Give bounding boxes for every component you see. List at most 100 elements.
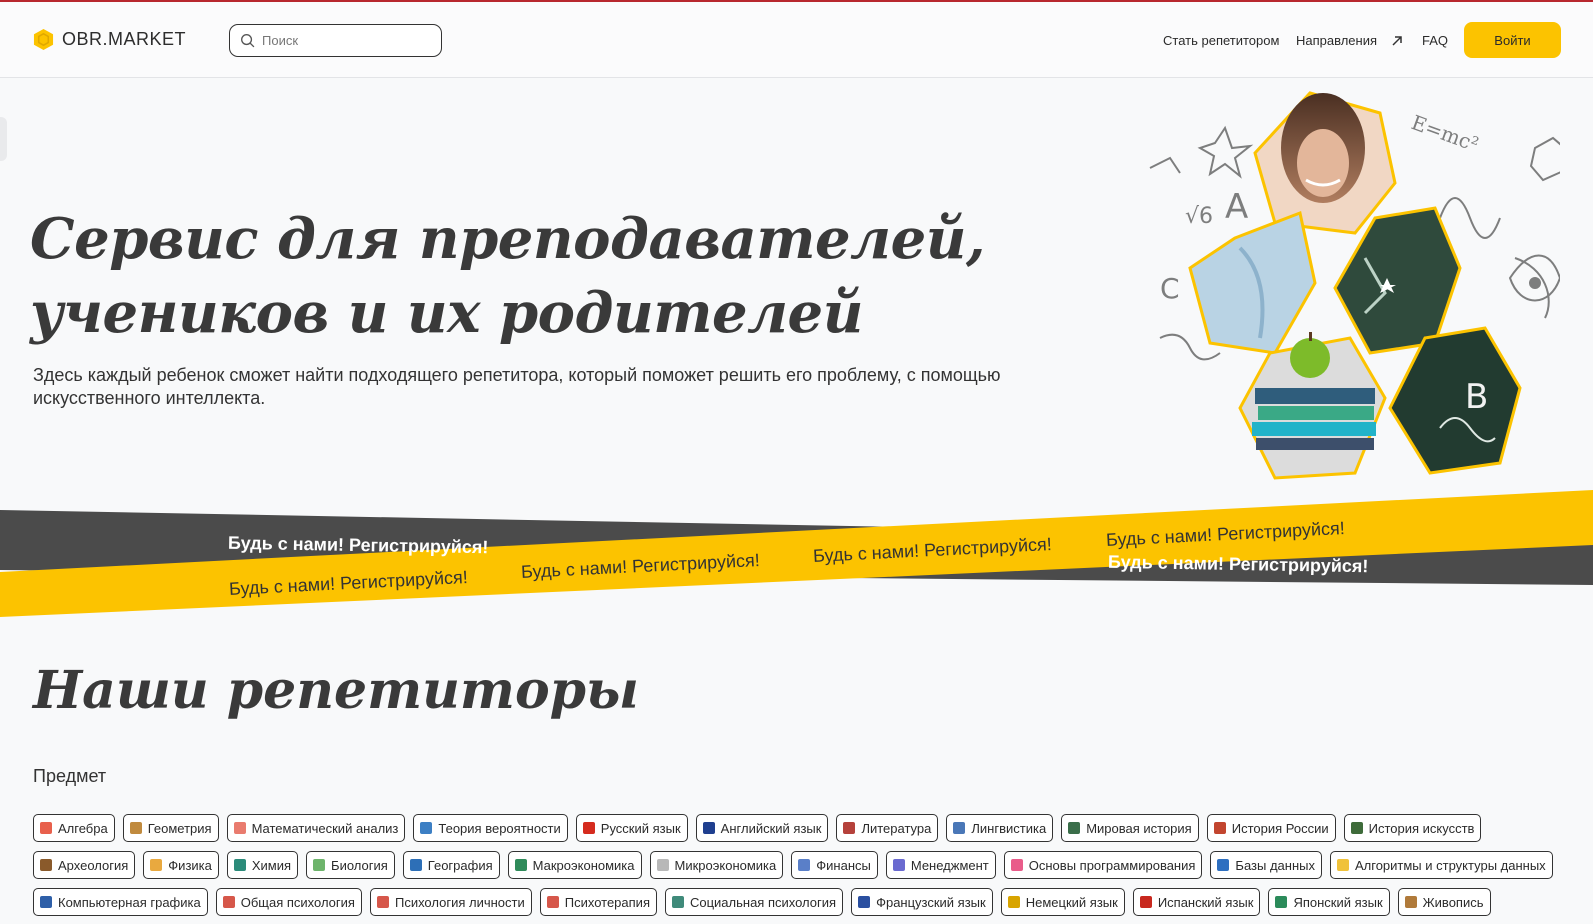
subject-chips-row-2: Археология Физика Химия Биология География Ма… — [33, 851, 1553, 879]
subject-chip-label: Компьютерная графика — [58, 894, 201, 910]
subject-chip[interactable]: Психотерапия — [539, 888, 657, 916]
subject-chip[interactable]: Социальная психология — [664, 888, 844, 916]
biology-icon — [313, 859, 326, 871]
probability-icon — [420, 822, 433, 834]
subject-chip[interactable]: Биология — [306, 851, 395, 879]
spain-flag-icon — [1139, 896, 1152, 908]
france-flag-icon — [858, 896, 871, 908]
svg-text:E=mc²: E=mc² — [1408, 110, 1482, 156]
subject-chip-label: Японский язык — [1293, 894, 1383, 910]
database-icon — [1217, 859, 1230, 871]
subject-chip[interactable]: Базы данных — [1210, 851, 1322, 879]
personality-icon — [376, 896, 389, 908]
search-input[interactable] — [262, 33, 432, 48]
arrow-up-right-icon — [1392, 35, 1402, 46]
russia-flag-icon — [582, 822, 595, 834]
macroeconomics-icon — [514, 859, 527, 871]
physics-icon — [150, 859, 163, 871]
login-button[interactable]: Войти — [1464, 22, 1561, 58]
chemistry-icon — [233, 859, 246, 871]
uk-flag-icon — [702, 822, 715, 834]
finance-icon — [798, 859, 811, 871]
promo-ribbons: Будь с нами! Регистрируйся! Будь с нами!… — [0, 490, 1593, 625]
subject-chip-label: Французский язык — [876, 894, 986, 910]
subject-chip-label: Базы данных — [1235, 857, 1315, 873]
subject-chip[interactable]: Физика — [143, 851, 219, 879]
painting-icon — [1404, 896, 1417, 908]
book-icon — [843, 822, 856, 834]
subject-chip[interactable]: Испанский язык — [1132, 888, 1261, 916]
linguistics-icon — [953, 822, 966, 834]
subject-chip[interactable]: Макроэкономика — [507, 851, 642, 879]
subject-chip[interactable]: Немецкий язык — [1000, 888, 1125, 916]
subject-chip-label: Биология — [331, 857, 388, 873]
logo-hexagon-icon — [33, 29, 54, 50]
side-tab[interactable] — [0, 117, 7, 161]
logo[interactable]: OBR.MARKET — [33, 28, 186, 51]
subject-chip-label: История искусств — [1368, 820, 1475, 836]
social-psychology-icon — [671, 896, 684, 908]
subject-chips-row-1: Алгебра Геометрия Математический анализ Тео… — [33, 814, 1482, 842]
subject-chip-label: Физика — [168, 857, 212, 873]
site-header: OBR.MARKET Стать репетитором Направления… — [0, 2, 1593, 78]
hero-title: Сервис для преподавателей, учеников и их… — [30, 206, 986, 346]
subject-chip[interactable]: Химия — [226, 851, 299, 879]
hexagon-chalkboard-b: B — [1388, 326, 1522, 475]
subject-chip-label: Химия — [251, 857, 292, 873]
algebra-icon — [40, 822, 52, 834]
svg-text:B: B — [1465, 377, 1488, 417]
subject-chip-label: Математический анализ — [251, 820, 399, 836]
svg-text:C: C — [1160, 272, 1180, 305]
subject-chip[interactable]: Теория вероятности — [413, 814, 568, 842]
subject-chip[interactable]: Живопись — [1397, 888, 1491, 916]
calculus-icon — [233, 822, 246, 834]
subject-chip-label: Основы программирования — [1028, 857, 1196, 873]
subject-chip[interactable]: Психология личности — [369, 888, 532, 916]
subject-chip[interactable]: Алгоритмы и структуры данных — [1329, 851, 1553, 879]
globe-icon — [409, 859, 422, 871]
subject-chip-label: Геометрия — [147, 820, 212, 836]
subject-chip-label: Мировая история — [1086, 820, 1192, 836]
subject-chip-label: Русский язык — [600, 820, 681, 836]
subject-chip[interactable]: Математический анализ — [226, 814, 406, 842]
subject-chip[interactable]: Финансы — [791, 851, 878, 879]
subject-chip[interactable]: Основы программирования — [1003, 851, 1203, 879]
world-history-icon — [1068, 822, 1081, 834]
psychotherapy-icon — [546, 896, 559, 908]
subject-chip[interactable]: Микроэкономика — [649, 851, 784, 879]
subject-chip[interactable]: Японский язык — [1268, 888, 1390, 916]
geometry-icon — [129, 822, 142, 834]
subject-chip[interactable]: Археология — [33, 851, 136, 879]
subject-chip[interactable]: Французский язык — [851, 888, 993, 916]
psychology-icon — [222, 896, 235, 908]
subject-chip[interactable]: Компьютерная графика — [33, 888, 208, 916]
computer-graphics-icon — [40, 896, 52, 908]
search-icon — [241, 34, 255, 48]
svg-text:√6: √6 — [1185, 204, 1213, 229]
subject-chip[interactable]: Менеджмент — [885, 851, 996, 879]
subject-chips-row-3: Компьютерная графика Общая психология Псих… — [33, 888, 1491, 916]
subject-chip[interactable]: История России — [1206, 814, 1336, 842]
subject-chip[interactable]: Мировая история — [1061, 814, 1199, 842]
subject-filter-label: Предмет — [33, 766, 107, 786]
subject-chip[interactable]: Литература — [836, 814, 939, 842]
microeconomics-icon — [656, 859, 669, 871]
subject-chip-label: География — [427, 857, 493, 873]
nav-become-tutor[interactable]: Стать репетитором — [1163, 33, 1279, 48]
subject-chip[interactable]: Общая психология — [215, 888, 362, 916]
subject-chip[interactable]: Лингвистика — [946, 814, 1054, 842]
subject-chip[interactable]: Геометрия — [122, 814, 219, 842]
hero-subtitle: Здесь каждый ребенок сможет найти подход… — [33, 365, 1001, 408]
nav-directions[interactable]: Направления — [1296, 33, 1403, 48]
hexagon-teacher-face — [1253, 91, 1397, 235]
subject-chip[interactable]: История искусств — [1343, 814, 1482, 842]
subject-chip[interactable]: География — [402, 851, 500, 879]
subject-chip[interactable]: Алгебра — [33, 814, 115, 842]
hexagon-shirt-left — [1188, 210, 1317, 355]
search-box[interactable] — [229, 24, 442, 57]
nav-faq[interactable]: FAQ — [1422, 33, 1448, 48]
subject-chip[interactable]: Русский язык — [575, 814, 688, 842]
subject-chip-label: История России — [1231, 820, 1329, 836]
hero-illustration: E=mc² C √6 A B — [1149, 91, 1560, 480]
subject-chip[interactable]: Английский язык — [695, 814, 829, 842]
